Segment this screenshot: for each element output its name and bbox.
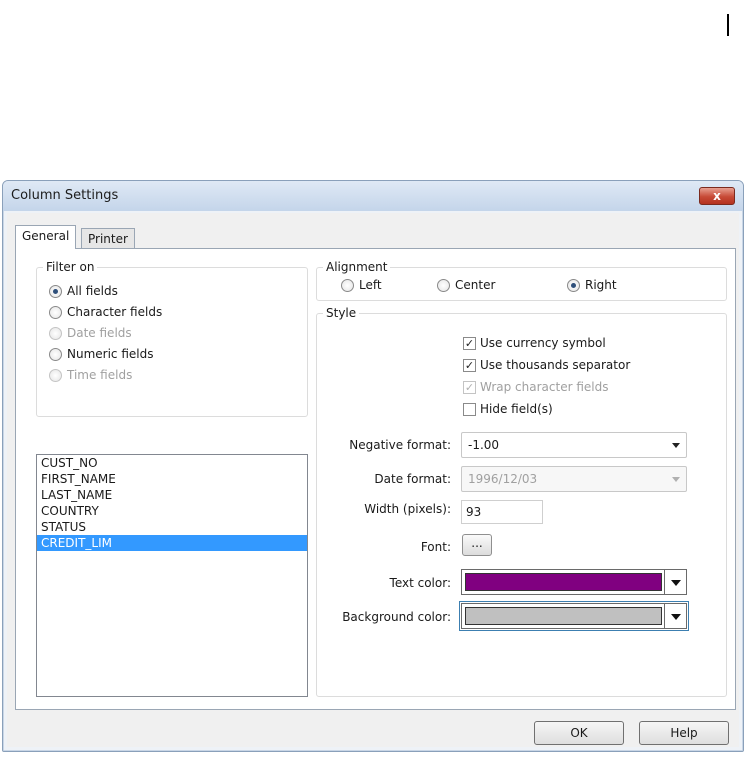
close-button[interactable]: x — [699, 187, 735, 205]
date-format-value: 1996/12/03 — [468, 472, 538, 486]
radio-align-left[interactable]: Left — [341, 276, 382, 294]
check-hide-fields[interactable]: Hide field(s) — [463, 400, 553, 418]
check-thousands-separator-label: Use thousands separator — [480, 358, 631, 372]
window-title: Column Settings — [11, 188, 119, 203]
check-currency-symbol[interactable]: ✓ Use currency symbol — [463, 334, 606, 352]
list-item[interactable]: LAST_NAME — [37, 487, 307, 503]
check-wrap-character-label: Wrap character fields — [480, 380, 609, 394]
radio-icon — [49, 347, 62, 361]
date-format-select: 1996/12/03 — [461, 466, 687, 492]
filter-on-group: Filter on All fields Character fields Da… — [36, 260, 308, 417]
radio-character-fields-label: Character fields — [67, 305, 163, 319]
close-icon: x — [713, 189, 721, 203]
radio-checked-icon — [567, 278, 580, 292]
radio-date-fields-label: Date fields — [67, 326, 132, 340]
radio-align-center-label: Center — [455, 278, 496, 292]
width-input[interactable]: 93 — [461, 500, 543, 524]
style-label: Style — [323, 306, 360, 320]
radio-numeric-fields-label: Numeric fields — [67, 347, 154, 361]
checkbox-icon — [463, 402, 476, 416]
column-settings-dialog: Column Settings x General Printer Filter… — [2, 180, 744, 752]
radio-icon — [437, 278, 450, 292]
tab-general[interactable]: General — [15, 225, 77, 249]
radio-checked-icon — [49, 284, 62, 298]
check-thousands-separator[interactable]: ✓ Use thousands separator — [463, 356, 630, 374]
radio-align-center[interactable]: Center — [437, 276, 495, 294]
text-color-picker[interactable] — [461, 569, 687, 595]
tab-printer[interactable]: Printer — [81, 228, 135, 249]
radio-align-right-label: Right — [585, 278, 617, 292]
list-item-selected[interactable]: CREDIT_LIM — [37, 535, 307, 551]
check-hide-fields-label: Hide field(s) — [480, 402, 553, 416]
dialog-client-area: General Printer Filter on All fields Cha… — [7, 213, 739, 747]
font-picker-button[interactable]: ... — [462, 534, 492, 556]
list-item[interactable]: STATUS — [37, 519, 307, 535]
chevron-down-icon — [672, 477, 680, 482]
date-format-label: Date format: — [374, 472, 451, 486]
list-item[interactable]: COUNTRY — [37, 503, 307, 519]
radio-icon — [341, 278, 354, 292]
radio-align-right[interactable]: Right — [567, 276, 617, 294]
alignment-group: Alignment Left Center Right — [316, 260, 727, 301]
negative-format-value: -1.00 — [468, 438, 500, 452]
background-color-swatch — [465, 607, 662, 625]
radio-icon — [49, 326, 62, 340]
general-tab-panel: Filter on All fields Character fields Da… — [15, 248, 736, 710]
alignment-label: Alignment — [323, 260, 391, 274]
style-group: Style ✓ Use currency symbol ✓ Use thousa… — [316, 306, 727, 697]
ok-button[interactable]: OK — [534, 721, 624, 745]
font-label: Font: — [420, 540, 451, 554]
checkbox-checked-icon: ✓ — [463, 336, 476, 350]
check-wrap-character: ✓ Wrap character fields — [463, 378, 608, 396]
text-color-label: Text color: — [389, 576, 451, 590]
chevron-down-icon[interactable] — [664, 604, 686, 628]
width-label: Width (pixels): — [364, 502, 451, 516]
checkbox-checked-icon: ✓ — [463, 358, 476, 372]
tab-printer-label: Printer — [88, 232, 128, 246]
radio-icon — [49, 368, 62, 382]
radio-icon — [49, 305, 62, 319]
chevron-down-icon — [672, 443, 680, 448]
fields-listbox[interactable]: CUST_NO FIRST_NAME LAST_NAME COUNTRY STA… — [36, 454, 308, 697]
title-bar[interactable]: Column Settings x — [3, 181, 743, 211]
list-item[interactable]: CUST_NO — [37, 455, 307, 471]
radio-time-fields: Time fields — [49, 366, 132, 384]
text-cursor — [727, 14, 729, 36]
background-color-label: Background color: — [342, 610, 451, 624]
chevron-down-icon[interactable] — [664, 570, 686, 594]
radio-numeric-fields[interactable]: Numeric fields — [49, 345, 153, 363]
radio-all-fields[interactable]: All fields — [49, 282, 118, 300]
radio-time-fields-label: Time fields — [67, 368, 133, 382]
check-currency-symbol-label: Use currency symbol — [480, 336, 606, 350]
background-color-picker[interactable] — [459, 601, 689, 631]
radio-date-fields: Date fields — [49, 324, 132, 342]
negative-format-select[interactable]: -1.00 — [461, 432, 687, 458]
filter-on-label: Filter on — [43, 260, 98, 274]
radio-align-left-label: Left — [359, 278, 382, 292]
list-item[interactable]: FIRST_NAME — [37, 471, 307, 487]
tab-general-label: General — [22, 229, 70, 243]
radio-character-fields[interactable]: Character fields — [49, 303, 162, 321]
negative-format-label: Negative format: — [349, 438, 451, 452]
radio-all-fields-label: All fields — [67, 284, 118, 298]
text-color-swatch — [465, 573, 662, 591]
help-button[interactable]: Help — [639, 721, 729, 745]
checkbox-checked-icon: ✓ — [463, 380, 476, 394]
